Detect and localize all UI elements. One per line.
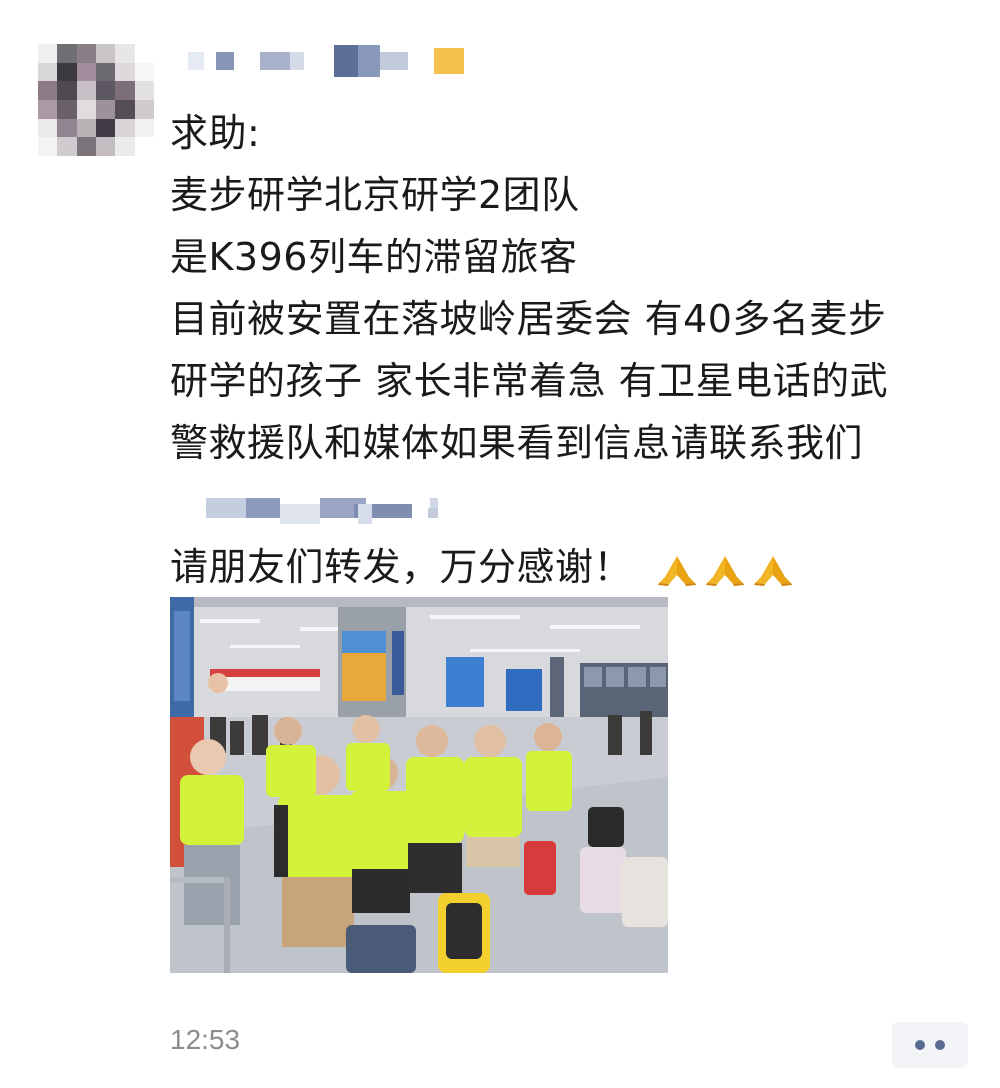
username-blurred[interactable] — [188, 42, 464, 80]
praying-hands-icon — [753, 555, 792, 586]
post-line-contact: 警救援队和媒体如果看到信息请联系我们 — [170, 421, 864, 465]
post-line-children: 研学的孩子 家长非常着急 有卫星电话的武 — [170, 359, 889, 403]
reaction-emojis — [655, 553, 795, 587]
moments-post: 求助: 麦步研学北京研学2团队 是K396列车的滞留旅客 目前被安置在落坡岭居委… — [0, 0, 1000, 1088]
post-line-help: 求助: — [170, 111, 261, 155]
praying-hands-icon — [705, 555, 744, 586]
contact-number-blurred — [170, 474, 970, 536]
post-line-train: 是K396列车的滞留旅客 — [170, 235, 578, 279]
avatar[interactable] — [38, 44, 154, 156]
praying-hands-icon — [657, 555, 696, 586]
post-timestamp: 12:53 — [170, 1024, 241, 1055]
post-line-closing: 请朋友们转发，万分感谢！ — [170, 536, 970, 598]
more-actions-button[interactable] — [892, 1022, 968, 1068]
more-dots-icon — [935, 1040, 945, 1050]
post-text: 求助: 麦步研学北京研学2团队 是K396列车的滞留旅客 目前被安置在落坡岭居委… — [170, 102, 970, 598]
post-photo[interactable] — [170, 597, 668, 973]
station-photo-illustration — [170, 597, 668, 973]
more-dots-icon — [915, 1040, 925, 1050]
post-line-team: 麦步研学北京研学2团队 — [170, 173, 580, 217]
post-line-location: 目前被安置在落坡岭居委会 有40多名麦步 — [170, 297, 887, 341]
closing-text: 请朋友们转发，万分感谢！ — [170, 545, 633, 589]
